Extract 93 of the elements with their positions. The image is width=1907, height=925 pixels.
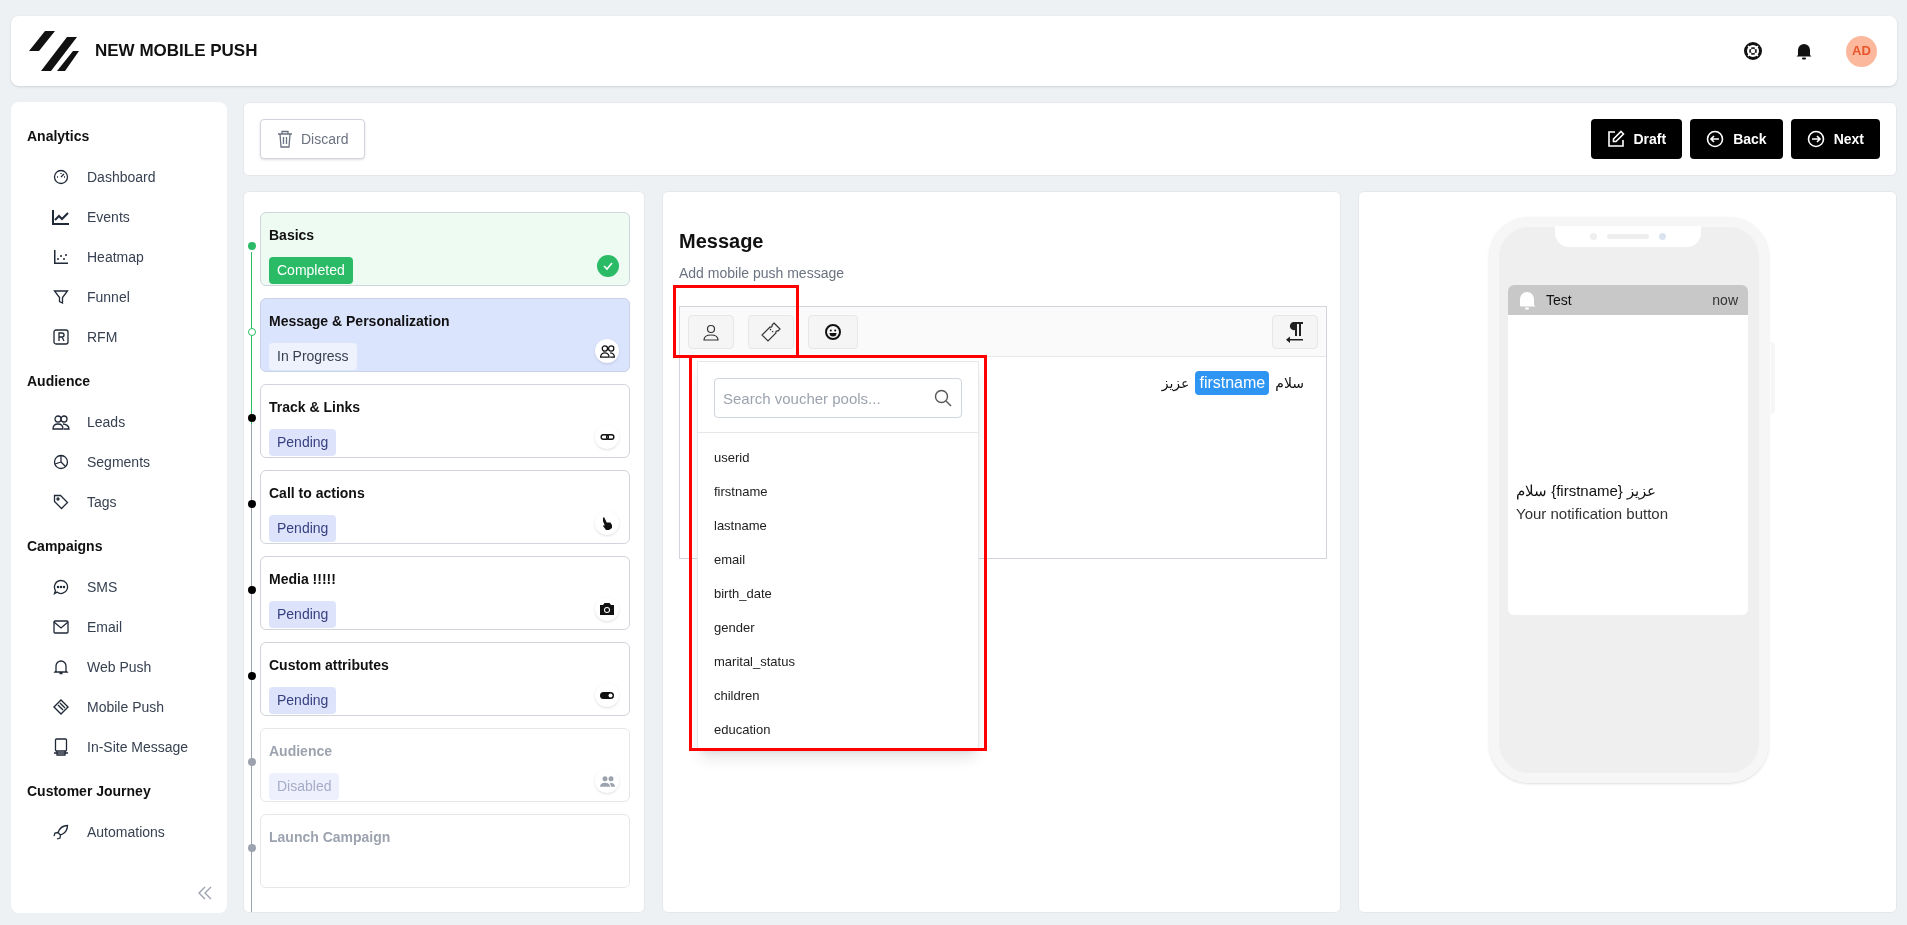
tag-icon bbox=[53, 494, 69, 510]
users-icon bbox=[599, 344, 615, 358]
voucher-button[interactable] bbox=[748, 314, 794, 349]
emoji-button[interactable] bbox=[808, 314, 858, 349]
nav-link[interactable]: Events bbox=[87, 206, 130, 228]
funnel-icon bbox=[53, 289, 69, 305]
right-arrow-circle-icon bbox=[1806, 130, 1825, 148]
search-icon bbox=[934, 389, 952, 407]
dropdown-option[interactable]: userid bbox=[714, 448, 750, 468]
person-icon bbox=[702, 322, 720, 341]
text-direction-button[interactable] bbox=[1272, 314, 1318, 349]
notifications-bell-icon[interactable] bbox=[1796, 42, 1812, 60]
camera-icon bbox=[600, 603, 614, 615]
ticket-icon bbox=[761, 321, 781, 342]
dropdown-option[interactable]: firstname bbox=[714, 482, 768, 502]
line-chart-icon bbox=[52, 209, 70, 225]
pilcrow-arrow-icon bbox=[1285, 320, 1305, 343]
nav-link[interactable]: Web Push bbox=[87, 656, 152, 678]
status-badge: Pending bbox=[269, 429, 337, 456]
monitor-icon bbox=[53, 738, 69, 756]
toggle-icon bbox=[600, 691, 614, 699]
nav-link[interactable]: In-Site Message bbox=[87, 736, 189, 758]
lifebuoy-icon[interactable] bbox=[1744, 42, 1762, 60]
nav-link[interactable]: Email bbox=[87, 616, 122, 638]
section-heading: Analytics bbox=[27, 127, 90, 146]
app-logo bbox=[27, 29, 79, 73]
personalize-user-button[interactable] bbox=[688, 314, 734, 349]
status-badge: Disabled bbox=[269, 773, 340, 800]
step-title: Track & Links bbox=[269, 398, 361, 417]
status-badge: Pending bbox=[269, 687, 337, 714]
dropdown-option[interactable]: marital_status bbox=[714, 652, 795, 672]
action-button[interactable]: Back bbox=[1690, 119, 1783, 159]
rocket-icon bbox=[53, 824, 69, 840]
dropdown-option[interactable]: gender bbox=[714, 618, 755, 638]
action-button[interactable]: Next bbox=[1790, 119, 1880, 159]
envelope-icon bbox=[53, 620, 69, 634]
pointing-hand-icon bbox=[602, 516, 612, 530]
users-icon bbox=[52, 414, 70, 430]
step-title: Message & Personalization bbox=[269, 312, 450, 331]
tilted-phone-icon bbox=[53, 699, 69, 715]
dropdown-option[interactable]: education bbox=[714, 720, 771, 740]
status-badge: Pending bbox=[269, 601, 337, 628]
page-title: NEW MOBILE PUSH bbox=[95, 40, 258, 63]
nav-link[interactable]: Segments bbox=[87, 451, 151, 473]
section-heading: Customer Journey bbox=[27, 782, 151, 801]
step-title: Call to actions bbox=[269, 484, 365, 503]
dropdown-option[interactable]: lastname bbox=[714, 516, 767, 536]
status-badge: Completed bbox=[269, 257, 353, 284]
nav-link[interactable]: SMS bbox=[87, 576, 118, 598]
step-title: Custom attributes bbox=[269, 656, 389, 675]
nav-link[interactable]: Automations bbox=[87, 821, 165, 843]
discard-button[interactable]: Discard bbox=[260, 119, 366, 159]
pie-chart-icon bbox=[53, 454, 69, 470]
nav-link[interactable]: Leads bbox=[87, 411, 126, 433]
step-title: Media !!!!! bbox=[269, 570, 336, 589]
nav-link[interactable]: Funnel bbox=[87, 286, 130, 308]
status-badge: Pending bbox=[269, 515, 337, 542]
left-arrow-circle-icon bbox=[1706, 130, 1725, 148]
bell-icon bbox=[53, 659, 69, 675]
section-title: Message bbox=[679, 229, 764, 254]
search-field[interactable]: Search voucher pools... bbox=[714, 378, 962, 418]
nav-link[interactable]: Heatmap bbox=[87, 246, 144, 268]
editor-text: عزیز bbox=[1161, 373, 1190, 394]
step-title: Audience bbox=[269, 742, 332, 761]
gauge-icon bbox=[53, 169, 69, 185]
nav-link[interactable]: RFM bbox=[87, 326, 118, 348]
users-icon bbox=[599, 775, 615, 787]
link-icon bbox=[599, 434, 615, 440]
edit-icon bbox=[1606, 130, 1625, 148]
app-name: Test bbox=[1546, 290, 1572, 310]
step-title: Basics bbox=[269, 226, 315, 245]
section-subtitle: Add mobile push message bbox=[679, 264, 844, 283]
status-badge: In Progress bbox=[269, 343, 357, 370]
dropdown-option[interactable]: children bbox=[714, 686, 760, 706]
notification-title: سلام {firstname} عزیز bbox=[1516, 481, 1657, 502]
nav-link[interactable]: Tags bbox=[87, 491, 117, 513]
notification-time: now bbox=[1712, 290, 1738, 310]
nav-link[interactable]: Dashboard bbox=[87, 166, 156, 188]
bell-icon bbox=[1518, 290, 1536, 310]
section-heading: Campaigns bbox=[27, 537, 103, 556]
notification-body: Your notification button bbox=[1516, 504, 1670, 524]
action-button[interactable]: Draft bbox=[1590, 119, 1683, 159]
letter-r-icon bbox=[53, 329, 69, 345]
section-heading: Audience bbox=[27, 372, 90, 391]
check-circle-icon bbox=[597, 255, 619, 277]
scatter-icon bbox=[53, 249, 69, 265]
editor-text: سلام bbox=[1275, 373, 1304, 393]
chat-bubble-icon bbox=[53, 579, 69, 595]
dropdown-option[interactable]: birth_date bbox=[714, 584, 772, 604]
step-title: Launch Campaign bbox=[269, 828, 391, 847]
smiley-icon bbox=[825, 323, 841, 340]
nav-link[interactable]: Mobile Push bbox=[87, 696, 165, 718]
trash-icon bbox=[277, 130, 293, 148]
